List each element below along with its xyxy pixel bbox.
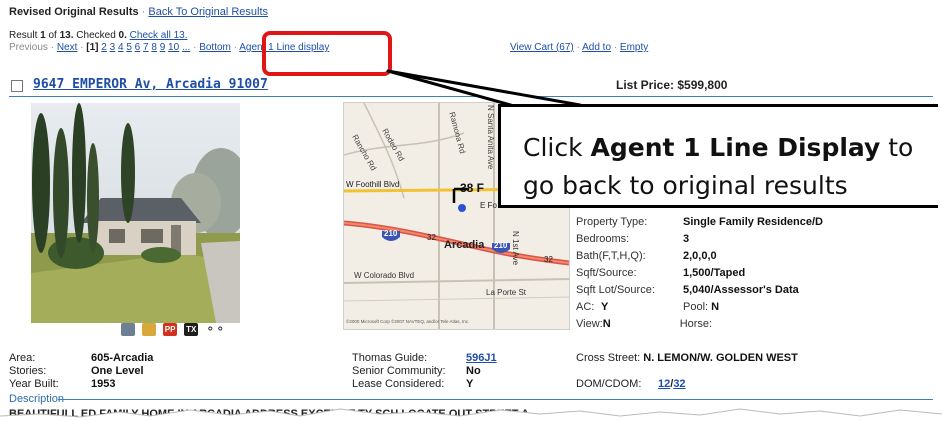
bedrooms-label: Bedrooms: [576,233,630,245]
result-summary: Result 1 of 13. Checked 0. Check all 13. [9,30,187,41]
year-built-label: Year Built: [9,378,59,390]
bedrooms-value: 3 [683,233,690,245]
info-column-3: Cross Street: N. LEMON/W. GOLDEN WEST DO… [576,352,798,391]
page-link-more[interactable]: ... [182,42,190,53]
map-icon[interactable] [142,322,157,336]
description-divider [58,399,933,400]
map-shield-210-east: 210 [494,241,508,250]
slideshow-icon[interactable] [121,322,135,336]
checked-label: Checked [76,30,116,41]
header-row: Revised Original Results · Back To Origi… [9,6,268,18]
horse-label: Horse: [679,318,713,330]
back-to-original-link[interactable]: Back To Original Results [148,6,268,18]
torn-edge [0,408,942,421]
highlight-box [262,31,392,76]
checked-count: 0. [118,30,127,41]
info-column-1: Area: 605-Arcadia Stories: One Level Year … [9,352,153,391]
page-link-3[interactable]: 3 [110,42,116,53]
thomas-guide-label: Thomas Guide: [352,352,428,364]
instruction-callout: Click Agent 1 Line Display to go back to… [498,104,938,208]
ac-label: AC: [576,301,595,313]
pool-label: Pool: [683,301,709,313]
page-link-9[interactable]: 9 [160,42,166,53]
property-photo[interactable] [31,103,240,323]
page-link-7[interactable]: 7 [143,42,149,53]
view-label: View: [576,318,603,330]
page-title: Revised Original Results [9,6,139,18]
previous-link: Previous [9,42,48,53]
page-link-8[interactable]: 8 [151,42,157,53]
senior-community-value: No [466,365,481,377]
check-all-link[interactable]: Check all 13. [130,30,188,41]
map-copyright: ©2000 Microsoft Corp ©2007 NAVTEQ, and/o… [346,319,470,324]
ac-value: Y [601,301,609,313]
photo-icons: PP TX ⚬⚬ [121,322,225,336]
dom-label: DOM/CDOM: [576,378,642,390]
next-link[interactable]: Next [57,42,78,53]
pp-icon[interactable]: PP [163,322,178,336]
page-link-6[interactable]: 6 [135,42,141,53]
page-link-5[interactable]: 5 [126,42,132,53]
view-value: N [602,318,611,330]
page-link-2[interactable]: 2 [101,42,107,53]
separator: · [141,6,146,18]
listing-address-link[interactable]: 9647 EMPEROR Av, Arcadia 91007 [33,77,268,92]
cross-street-value: N. LEMON/W. GOLDEN WEST [643,352,798,364]
result-total: 13. [59,30,74,41]
page-link-10[interactable]: 10 [168,42,179,53]
pool-value: N [711,301,720,313]
empty-link[interactable]: Empty [620,42,648,53]
info-column-2: Thomas Guide: 596J1 Senior Community: No L… [352,352,497,391]
senior-community-label: Senior Community: [352,365,446,377]
map-label-colorado: W Colorado Blvd [354,271,415,280]
lot-value: 5,040/Assessor's Data [683,284,799,296]
listing-checkbox[interactable] [11,80,23,92]
result-prefix: Result [9,30,38,41]
stories-label: Stories: [9,365,47,377]
map-label-1st-ave: N 1st Ave [511,231,520,266]
bottom-link[interactable]: Bottom [199,42,231,53]
view-cart-link[interactable]: View Cart (67) [510,42,574,53]
sqft-label: Sqft/Source: [576,267,637,279]
lease-considered-value: Y [466,378,474,390]
callout-text-bold: Agent 1 Line Display [590,133,881,162]
property-type-label: Property Type: [576,216,648,228]
stories-value: One Level [91,365,144,377]
bath-label: Bath(F,T,H,Q): [576,250,646,262]
bath-value: 2,0,0,0 [683,250,717,262]
map-exit-32-b: 32 [544,255,553,264]
area-label: Area: [9,352,36,364]
dom-link[interactable]: 12 [658,378,670,390]
property-details: Property Type: Single Family Residence/D … [576,214,823,333]
cdom-link[interactable]: 32 [673,378,685,390]
map-label-city: Arcadia [444,239,485,251]
property-type-value: Single Family Residence/D [683,216,823,228]
callout-text-pre: Click [523,133,591,162]
result-number: 1 [40,30,46,41]
thomas-guide-link[interactable]: 596J1 [466,352,497,364]
lot-label: Sqft Lot/Source: [576,284,655,296]
area-value: 605-Arcadia [91,352,154,364]
sqft-value: 1,500/Taped [683,267,746,279]
map-exit-32-a: 32 [427,233,436,242]
cross-street-label: Cross Street: [576,352,641,364]
page-link-4[interactable]: 4 [118,42,124,53]
result-of: of [48,30,57,41]
add-to-link[interactable]: Add to [582,42,611,53]
lease-considered-label: Lease Considered: [352,378,445,390]
map-shield-210-west: 210 [384,229,398,238]
map-label-la-porte: La Porte St [486,288,527,297]
binoculars-icon[interactable]: ⚬⚬ [205,322,225,336]
cart-links: View Cart (67) · Add to · Empty [510,42,649,53]
tx-icon[interactable]: TX [184,322,199,336]
year-built-value: 1953 [91,378,116,390]
current-page: [1] [86,42,99,53]
